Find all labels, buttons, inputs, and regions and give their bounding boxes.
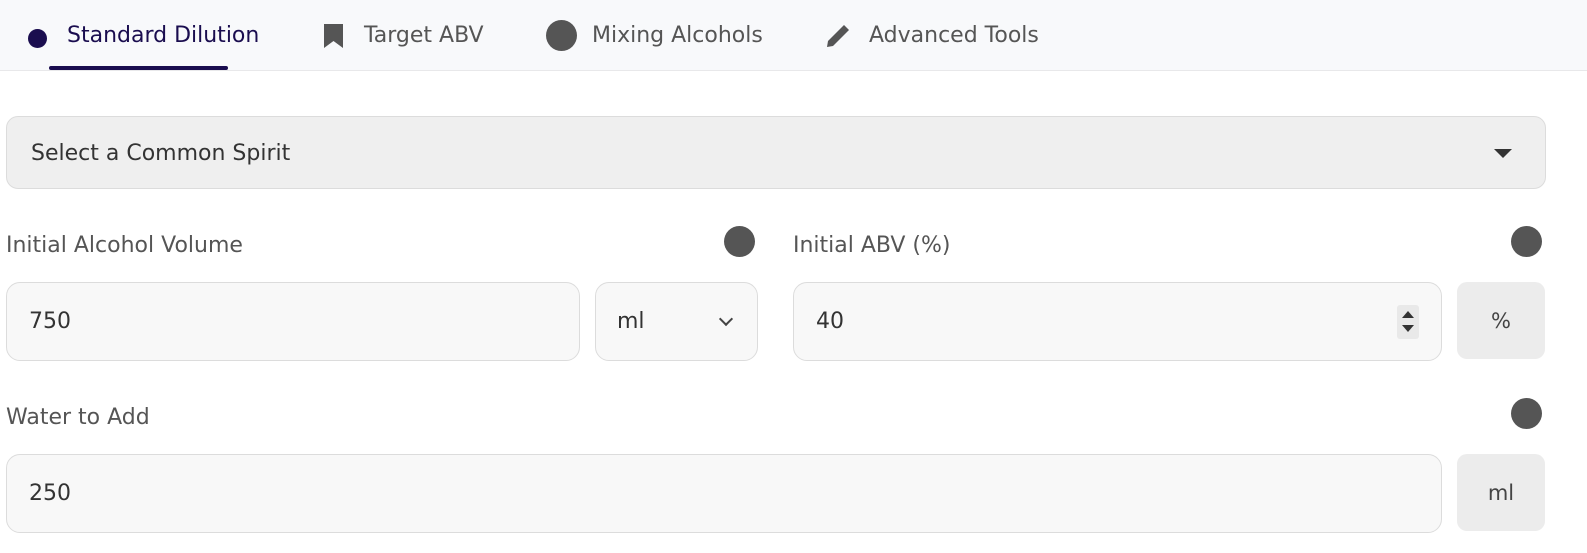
initial-volume-input[interactable]: 750 (6, 282, 580, 361)
water-to-add-label: Water to Add (6, 405, 150, 430)
initial-abv-label: Initial ABV (%) (793, 233, 951, 258)
initial-volume-value: 750 (29, 309, 71, 334)
tab-bar: Standard Dilution Target ABV Mixing Alco… (0, 0, 1587, 71)
tab-label: Advanced Tools (869, 23, 1039, 48)
initial-volume-label: Initial Alcohol Volume (6, 233, 243, 258)
tab-target-abv[interactable]: Target ABV (323, 0, 484, 71)
water-unit-label: ml (1457, 454, 1545, 531)
circle-icon (546, 20, 577, 51)
spin-down-icon[interactable] (1402, 325, 1414, 332)
chevron-down-icon (718, 311, 734, 327)
initial-abv-input[interactable]: 40 (793, 282, 1442, 361)
tab-label: Standard Dilution (67, 23, 260, 48)
water-to-add-value: 250 (29, 481, 71, 506)
number-spinner[interactable] (1397, 305, 1419, 339)
info-icon[interactable] (1511, 226, 1542, 257)
bookmark-icon (323, 23, 344, 49)
initial-abv-value: 40 (816, 309, 844, 334)
pencil-icon (824, 21, 853, 50)
info-icon[interactable] (724, 226, 755, 257)
active-tab-indicator (49, 66, 228, 70)
volume-unit-value: ml (617, 309, 645, 334)
volume-unit-select[interactable]: ml (595, 282, 758, 361)
tab-label: Mixing Alcohols (592, 23, 763, 48)
common-spirit-select[interactable]: Select a Common Spirit (6, 116, 1546, 189)
select-placeholder: Select a Common Spirit (31, 141, 291, 166)
water-to-add-output[interactable]: 250 (6, 454, 1442, 533)
caret-down-icon (1494, 149, 1512, 158)
info-icon[interactable] (1511, 398, 1542, 429)
tab-standard-dilution[interactable]: Standard Dilution (28, 0, 259, 71)
tab-label: Target ABV (364, 23, 484, 48)
spin-up-icon[interactable] (1402, 311, 1414, 318)
tab-mixing-alcohols[interactable]: Mixing Alcohols (546, 0, 763, 71)
circle-icon (28, 29, 47, 48)
tab-advanced-tools[interactable]: Advanced Tools (824, 0, 1039, 71)
abv-unit-label: % (1457, 282, 1545, 359)
